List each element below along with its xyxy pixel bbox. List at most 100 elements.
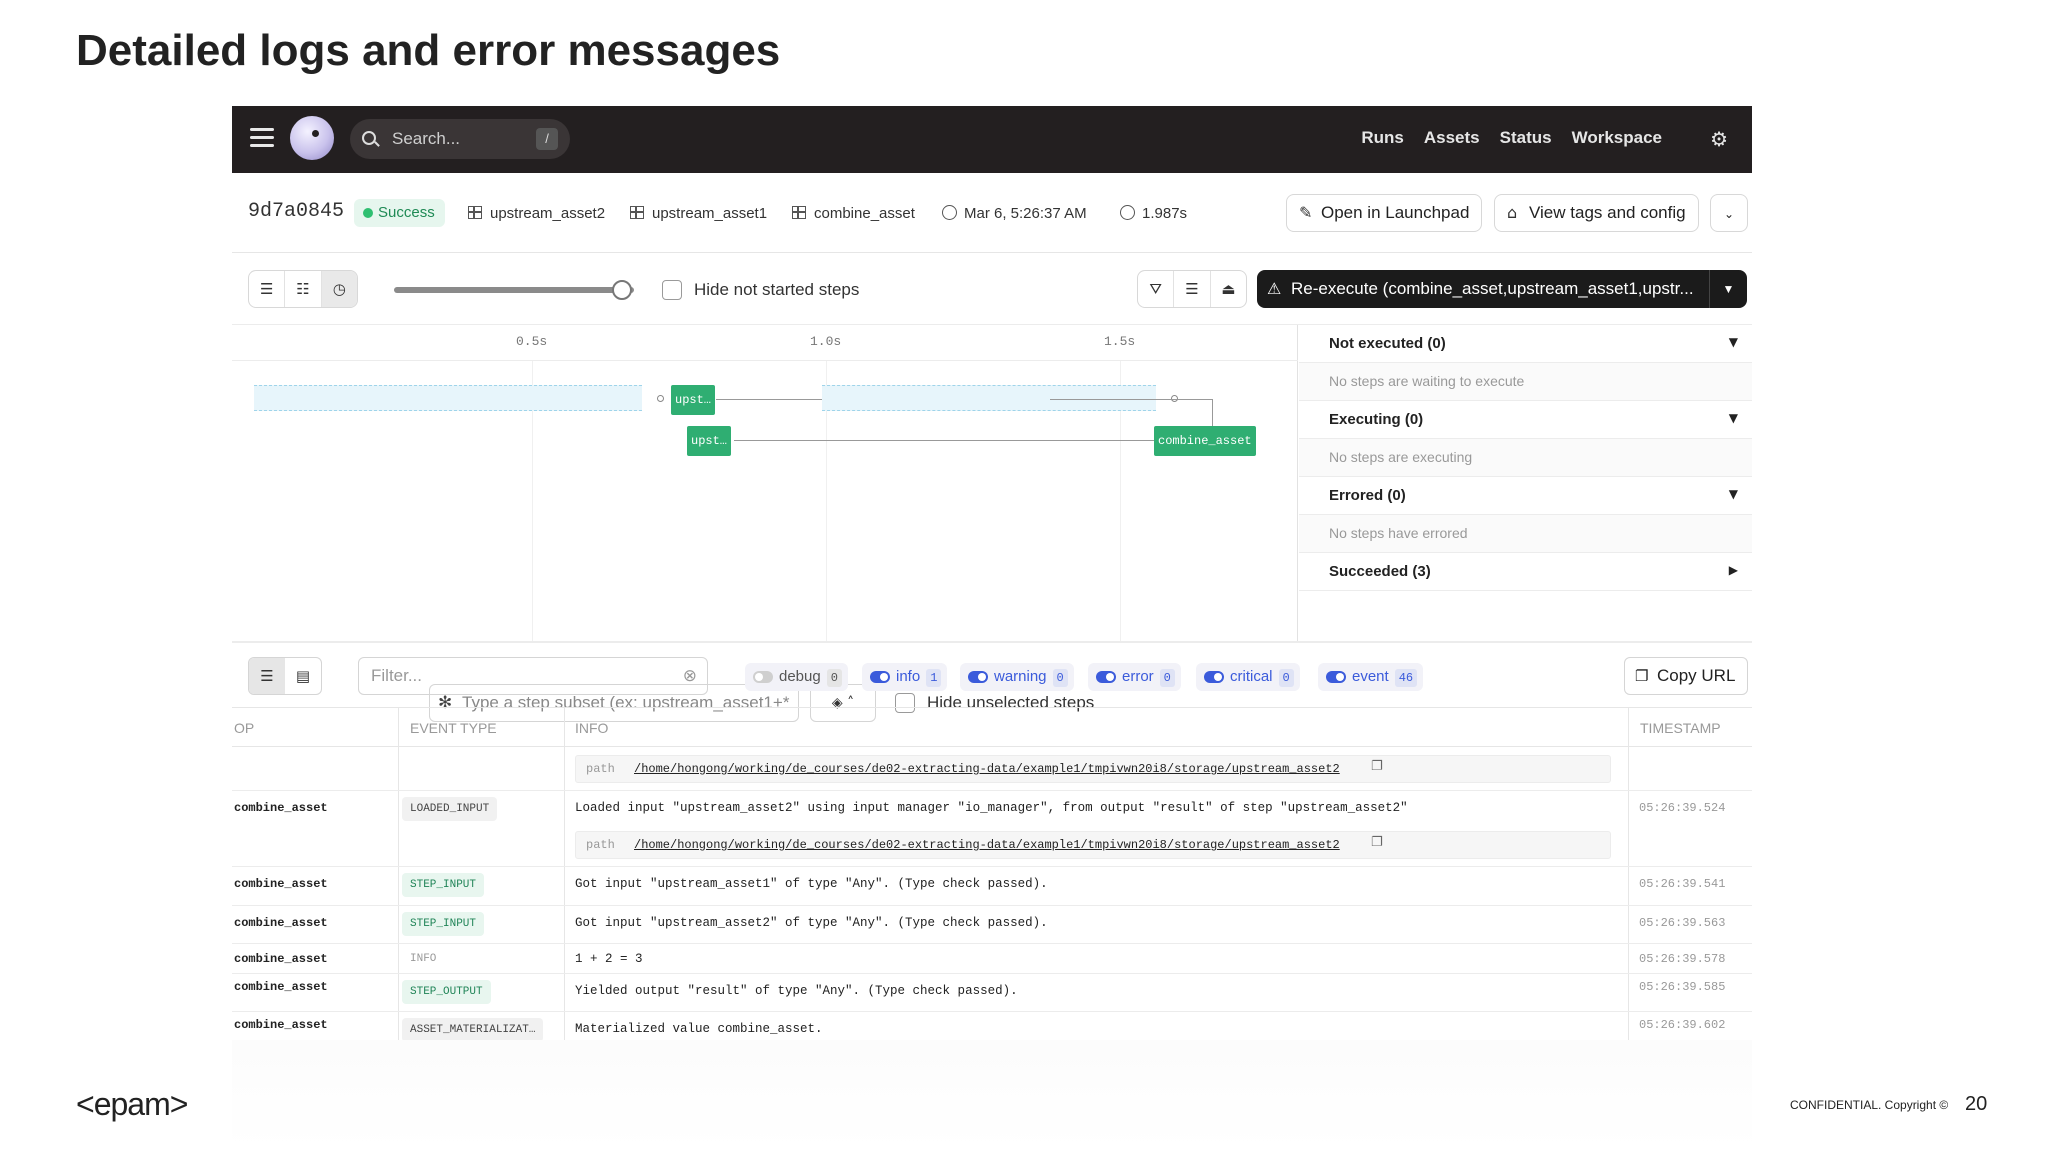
table-row: combine_asset ASSET_MATERIALIZAT… Materi… (232, 1012, 1752, 1040)
toggle-icon (1204, 671, 1224, 683)
reexecute-dropdown-icon[interactable]: ▼ (1709, 270, 1747, 308)
col-timestamp: TIMESTAMP (1640, 720, 1721, 736)
step-status-panel: Not executed (0) ▼ No steps are waiting t… (1299, 325, 1752, 641)
raw-logs-icon[interactable]: ▤ (285, 658, 321, 694)
asset-tag-combine-asset[interactable]: combine_asset (792, 205, 915, 222)
epam-logo: <epam> (76, 1086, 188, 1122)
table-row: combine_asset LOADED_INPUT Loaded input … (232, 791, 1752, 867)
path-link[interactable]: /home/hongong/working/de_courses/de02-ex… (634, 838, 1340, 852)
confidential-notice: CONFIDENTIAL. Copyright © (1790, 1098, 1949, 1112)
search-shortcut: / (536, 128, 558, 150)
structured-list-icon[interactable]: ☰ (249, 658, 285, 694)
clear-icon[interactable]: ⊗ (683, 658, 697, 694)
row-info: Loaded input "upstream_asset2" using inp… (575, 801, 1408, 815)
step-box-upstream-asset1[interactable]: upst… (687, 426, 732, 456)
path-metadata: path /home/hongong/working/de_courses/de… (575, 831, 1611, 859)
hide-not-started-checkbox[interactable] (662, 280, 682, 300)
view-tags-button[interactable]: ⌂ View tags and config (1494, 194, 1699, 232)
nav-link-runs[interactable]: Runs (1361, 128, 1404, 148)
asset-tag-upstream-asset2[interactable]: upstream_asset2 (468, 205, 605, 222)
view-mode-toggle: ☰ ☷ ◷ (248, 270, 358, 308)
row-info: Got input "upstream_asset1" of type "Any… (575, 877, 1048, 891)
level-toggle-error[interactable]: error 0 (1088, 663, 1181, 691)
asset-tag-upstream-asset1[interactable]: upstream_asset1 (630, 205, 767, 222)
path-link[interactable]: /home/hongong/working/de_courses/de02-ex… (634, 762, 1340, 776)
step-box-combine-asset[interactable]: combine_asset (1154, 426, 1256, 456)
table-row: combine_asset INFO 1 + 2 = 3 05:26:39.57… (232, 944, 1752, 974)
search-icon (362, 131, 376, 145)
col-op: OP (234, 720, 255, 736)
row-info: Materialized value combine_asset. (575, 1022, 823, 1036)
row-timestamp: 05:26:39.524 (1639, 801, 1726, 815)
clipboard-icon: ❐ (1635, 667, 1649, 685)
more-actions-button[interactable]: ⌄ (1710, 194, 1748, 232)
level-toggle-info[interactable]: info 1 (862, 663, 948, 691)
nav-link-assets[interactable]: Assets (1424, 128, 1480, 148)
toggle-icon (753, 671, 773, 683)
log-filter-input[interactable]: Filter... ⊗ (358, 657, 708, 695)
path-metadata: path /home/hongong/working/de_courses/de… (575, 755, 1611, 783)
event-type-badge: ASSET_MATERIALIZAT… (402, 1018, 544, 1040)
status-not-executed-msg: No steps are waiting to execute (1299, 363, 1752, 401)
row-op: combine_asset (234, 952, 328, 966)
edit-icon: ✎ (1299, 203, 1313, 222)
logs-table-header: OP EVENT TYPE INFO TIMESTAMP (232, 707, 1752, 747)
zoom-slider-track[interactable] (394, 287, 634, 293)
level-toggle-critical[interactable]: critical 0 (1196, 663, 1300, 691)
level-toggle-debug[interactable]: debug 0 (745, 663, 848, 691)
open-in-launchpad-button[interactable]: ✎ Open in Launchpad (1286, 194, 1483, 232)
expand-all-icon[interactable]: ☰ (1174, 271, 1211, 307)
tick-label: 1.0s (810, 334, 842, 349)
event-type-badge: LOADED_INPUT (402, 797, 498, 821)
status-not-executed[interactable]: Not executed (0) ▼ (1299, 325, 1752, 363)
caret-right-icon: ▶ (1728, 563, 1738, 577)
filter-steps-icon[interactable]: ⛛ (1138, 271, 1175, 307)
dagster-logo[interactable] (290, 116, 334, 160)
stopwatch-icon[interactable]: ◷ (321, 271, 357, 307)
search-input[interactable]: Search... / (350, 119, 570, 159)
table-row: combine_asset STEP_OUTPUT Yielded output… (232, 974, 1752, 1012)
event-type-badge: STEP_OUTPUT (402, 980, 491, 1004)
toggle-icon (870, 671, 890, 683)
copy-icon[interactable]: ❐ (1371, 759, 1383, 774)
table-icon (792, 206, 806, 219)
dependency-line (1050, 399, 1212, 400)
hamburger-menu-icon[interactable] (250, 128, 274, 148)
zoom-slider-handle[interactable] (612, 280, 632, 300)
copy-url-button[interactable]: ❐ Copy URL (1624, 657, 1748, 695)
settings-gear-icon[interactable]: ⚙ (1710, 127, 1728, 151)
step-box-upstream-asset2[interactable]: upst… (671, 385, 716, 415)
status-succeeded[interactable]: Succeeded (3) ▶ (1299, 553, 1752, 591)
clock-icon (942, 205, 957, 220)
expand-collapse-group: ⛛ ☰ ⏏ (1137, 270, 1247, 308)
table-row: combine_asset STEP_INPUT Got input "upst… (232, 906, 1752, 944)
nav-link-status[interactable]: Status (1500, 128, 1552, 148)
copy-icon[interactable]: ❐ (1371, 835, 1383, 850)
row-op: combine_asset (234, 980, 328, 994)
search-placeholder: Search... (392, 129, 461, 148)
toggle-icon (1096, 671, 1116, 683)
row-info: 1 + 2 = 3 (575, 952, 643, 966)
reexecute-button[interactable]: ⚠ Re-execute (combine_asset,upstream_ass… (1257, 270, 1747, 308)
wait-bar (254, 385, 642, 411)
row-op: combine_asset (234, 1018, 328, 1032)
collapse-all-icon[interactable]: ⏏ (1211, 271, 1246, 307)
status-executing[interactable]: Executing (0) ▼ (1299, 401, 1752, 439)
gantt-flat-icon[interactable]: ☰ (249, 271, 286, 307)
row-op: combine_asset (234, 916, 328, 930)
status-badge: Success (354, 199, 445, 227)
status-errored[interactable]: Errored (0) ▼ (1299, 477, 1752, 515)
gantt-waterfall-icon[interactable]: ☷ (285, 271, 322, 307)
status-errored-msg: No steps have errored (1299, 515, 1752, 553)
col-info: INFO (575, 720, 609, 736)
run-header: 9d7a0845 Success upstream_asset2 upstrea… (232, 173, 1752, 253)
level-toggle-event[interactable]: event 46 (1318, 663, 1424, 691)
level-toggle-warning[interactable]: warning 0 (960, 663, 1074, 691)
nav-link-workspace[interactable]: Workspace (1572, 128, 1662, 148)
dependency-line (734, 440, 1154, 441)
event-type-badge: STEP_INPUT (402, 873, 485, 897)
row-info: Got input "upstream_asset2" of type "Any… (575, 916, 1048, 930)
chevron-down-icon: ⌄ (1723, 207, 1735, 221)
status-executing-msg: No steps are executing (1299, 439, 1752, 477)
page-number: 20 (1965, 1093, 1988, 1115)
